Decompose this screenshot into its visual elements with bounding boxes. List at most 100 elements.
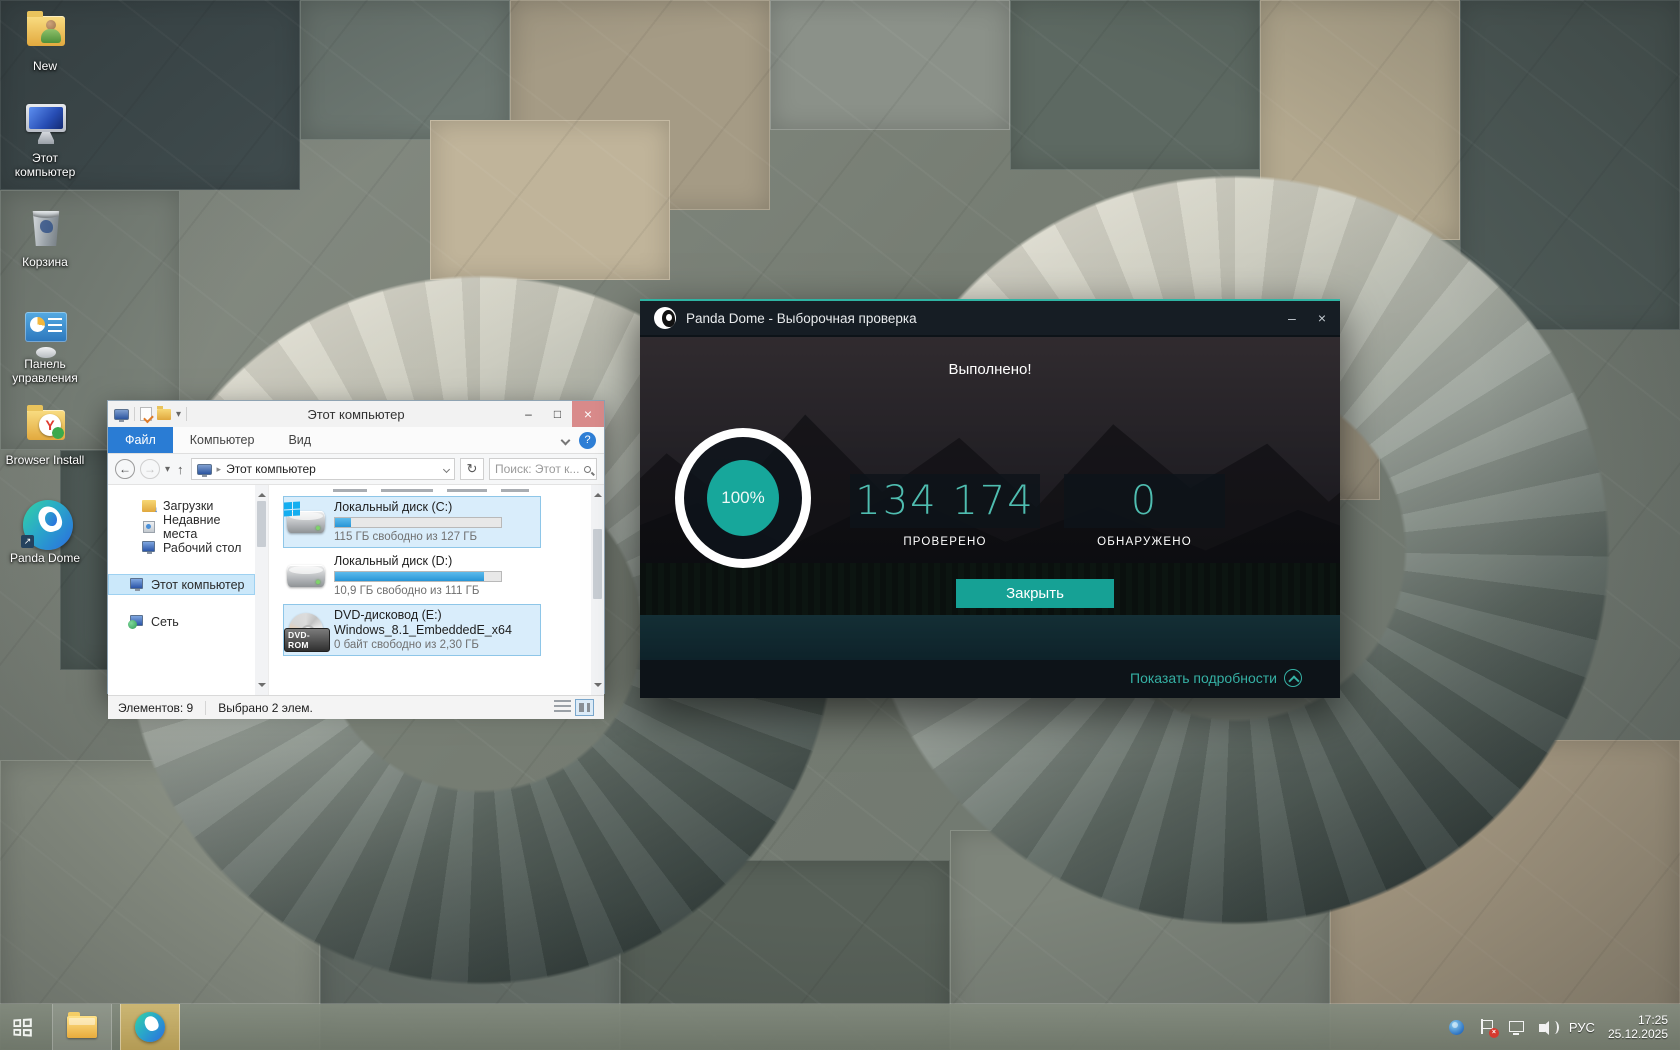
dvd-drive-icon: DVD-ROM bbox=[284, 610, 330, 652]
system-menu-icon[interactable] bbox=[114, 408, 129, 422]
desktop-icon-recycle-bin[interactable]: Корзина bbox=[2, 204, 88, 269]
qat-dropdown-icon[interactable]: ▾ bbox=[176, 409, 181, 420]
nav-item-network[interactable]: Сеть bbox=[108, 611, 255, 632]
properties-icon[interactable] bbox=[140, 407, 152, 421]
panda-minimize-button[interactable]: – bbox=[1288, 310, 1296, 326]
desktop-icon-label: Этот компьютер bbox=[14, 151, 76, 179]
disk-usage-fill bbox=[335, 518, 351, 527]
nav-item-label: Загрузки bbox=[163, 498, 214, 513]
status-item-count: Элементов: 9 bbox=[118, 700, 194, 715]
desktop-icon-label: New bbox=[32, 59, 57, 73]
taskbar-file-explorer-button[interactable] bbox=[52, 1004, 112, 1050]
scroll-down-icon[interactable] bbox=[593, 683, 602, 691]
panda-tray-icon[interactable] bbox=[1448, 1019, 1466, 1036]
ribbon-tabs: Файл Компьютер Вид ? bbox=[108, 427, 604, 454]
detected-value: 0 bbox=[1130, 478, 1159, 524]
panda-close-button[interactable]: × bbox=[1318, 310, 1326, 326]
clock-date: 25.12.2025 bbox=[1607, 1027, 1668, 1041]
desktop-icon-label: Panda Dome bbox=[9, 551, 81, 565]
system-tray: × РУС 17:25 25.12.2025 bbox=[1448, 1013, 1680, 1041]
scan-close-button[interactable]: Закрыть bbox=[956, 579, 1114, 608]
up-button[interactable]: ↑ bbox=[175, 462, 186, 477]
desktop-icon-this-pc[interactable]: Этот компьютер bbox=[2, 100, 88, 179]
shortcut-arrow-icon: ↗ bbox=[21, 535, 34, 548]
scroll-up-icon[interactable] bbox=[257, 489, 266, 497]
navigation-pane: Загрузки Недавние места Рабочий стол Это… bbox=[108, 485, 268, 695]
action-center-flag-icon[interactable]: × bbox=[1479, 1018, 1499, 1038]
tab-view[interactable]: Вид bbox=[271, 427, 328, 453]
control-panel-icon bbox=[19, 306, 71, 358]
desktop-icon-control-panel[interactable]: Панель управления bbox=[2, 306, 88, 385]
ribbon-expand-icon[interactable] bbox=[560, 435, 571, 445]
this-pc-icon bbox=[130, 578, 145, 591]
network-icon bbox=[128, 615, 145, 629]
address-toolbar: ← → ▾ ↑ ▸ Этот компьютер ↻ Поиск: Этот к… bbox=[108, 454, 604, 484]
breadcrumb-arrow-icon[interactable]: ▸ bbox=[217, 464, 222, 475]
nav-item-recent-places[interactable]: Недавние места bbox=[108, 513, 255, 541]
close-button[interactable]: × bbox=[572, 401, 604, 427]
drive-row-dvd[interactable]: DVD-ROM DVD-дисковод (E:) Windows_8.1_Em… bbox=[283, 604, 541, 656]
back-button[interactable]: ← bbox=[115, 459, 135, 479]
recycle-bin-icon bbox=[19, 204, 71, 252]
language-indicator[interactable]: РУС bbox=[1569, 1020, 1595, 1035]
content-pane: Локальный диск (C:) 115 ГБ свободно из 1… bbox=[268, 485, 604, 695]
content-scrollbar[interactable] bbox=[591, 485, 604, 695]
desktop-icon-panda-dome[interactable]: ↗ Panda Dome bbox=[2, 500, 88, 565]
taskbar-clock[interactable]: 17:25 25.12.2025 bbox=[1608, 1013, 1668, 1041]
panda-dome-icon: ↗ bbox=[19, 500, 73, 550]
panda-dome-icon bbox=[135, 1012, 165, 1042]
details-view-icon[interactable] bbox=[554, 700, 571, 715]
status-bar: Элементов: 9 Выбрано 2 элем. bbox=[108, 695, 604, 719]
desktop-icon-browser-install[interactable]: Y Browser Install bbox=[2, 402, 88, 467]
minimize-button[interactable]: – bbox=[514, 401, 543, 427]
tab-computer[interactable]: Компьютер bbox=[173, 427, 272, 453]
search-icon bbox=[584, 465, 591, 473]
browser-folder-icon: Y bbox=[19, 402, 71, 450]
panda-titlebar: Panda Dome - Выборочная проверка – × bbox=[640, 301, 1340, 335]
maximize-button[interactable]: □ bbox=[543, 401, 572, 427]
tab-file[interactable]: Файл bbox=[108, 427, 173, 453]
explorer-titlebar: Этот компьютер ▾ – □ × bbox=[108, 401, 604, 427]
new-folder-icon[interactable] bbox=[157, 405, 171, 420]
start-button[interactable] bbox=[0, 1004, 44, 1050]
progress-percent: 100% bbox=[707, 460, 779, 536]
scrollbar-thumb[interactable] bbox=[593, 529, 602, 599]
computer-icon bbox=[19, 100, 71, 148]
progress-ring: 100% bbox=[675, 428, 811, 568]
hard-drive-icon bbox=[284, 556, 330, 596]
history-dropdown-icon[interactable]: ▾ bbox=[165, 464, 170, 475]
network-tray-icon[interactable] bbox=[1508, 1019, 1526, 1036]
windows-logo-icon bbox=[284, 501, 300, 517]
thumbnails-view-icon[interactable] bbox=[575, 699, 594, 716]
drive-name: Локальный диск (D:) bbox=[334, 554, 453, 568]
address-dropdown-icon[interactable] bbox=[442, 465, 451, 473]
show-details-link[interactable]: Показать подробности bbox=[1130, 669, 1302, 687]
scroll-down-icon[interactable] bbox=[257, 683, 266, 691]
search-input[interactable]: Поиск: Этот к... bbox=[489, 458, 597, 480]
quick-access-toolbar: ▾ bbox=[114, 405, 188, 422]
nav-item-label: Этот компьютер bbox=[151, 577, 245, 592]
help-button[interactable]: ? bbox=[579, 431, 596, 449]
nav-item-desktop[interactable]: Рабочий стол bbox=[108, 537, 255, 558]
search-placeholder: Поиск: Этот к... bbox=[495, 462, 580, 476]
drive-row-d[interactable]: Локальный диск (D:) 10,9 ГБ свободно из … bbox=[283, 550, 541, 602]
drive-name-line2: Windows_8.1_EmbeddedE_x64 bbox=[334, 623, 512, 637]
volume-tray-icon[interactable] bbox=[1538, 1019, 1559, 1036]
desktop-icon-new[interactable]: New bbox=[2, 8, 88, 73]
desktop-icon-label: Панель управления bbox=[12, 357, 78, 385]
nav-item-this-pc[interactable]: Этот компьютер bbox=[108, 574, 255, 595]
desktop-icon-label: Browser Install bbox=[5, 453, 85, 467]
address-bar[interactable]: ▸ Этот компьютер bbox=[190, 458, 455, 480]
refresh-button[interactable]: ↻ bbox=[460, 458, 484, 480]
windows-logo-icon bbox=[13, 1017, 32, 1037]
scrollbar-thumb[interactable] bbox=[257, 501, 266, 547]
divider bbox=[186, 407, 188, 421]
nav-scrollbar[interactable] bbox=[255, 485, 268, 695]
scroll-up-icon[interactable] bbox=[593, 489, 602, 497]
breadcrumb[interactable]: Этот компьютер bbox=[226, 462, 316, 476]
desktop-folder-icon bbox=[142, 541, 157, 554]
user-folder-icon bbox=[19, 8, 71, 56]
forward-button[interactable]: → bbox=[140, 459, 160, 479]
drive-row-c[interactable]: Локальный диск (C:) 115 ГБ свободно из 1… bbox=[283, 496, 541, 548]
taskbar-panda-dome-button[interactable] bbox=[120, 1004, 180, 1050]
